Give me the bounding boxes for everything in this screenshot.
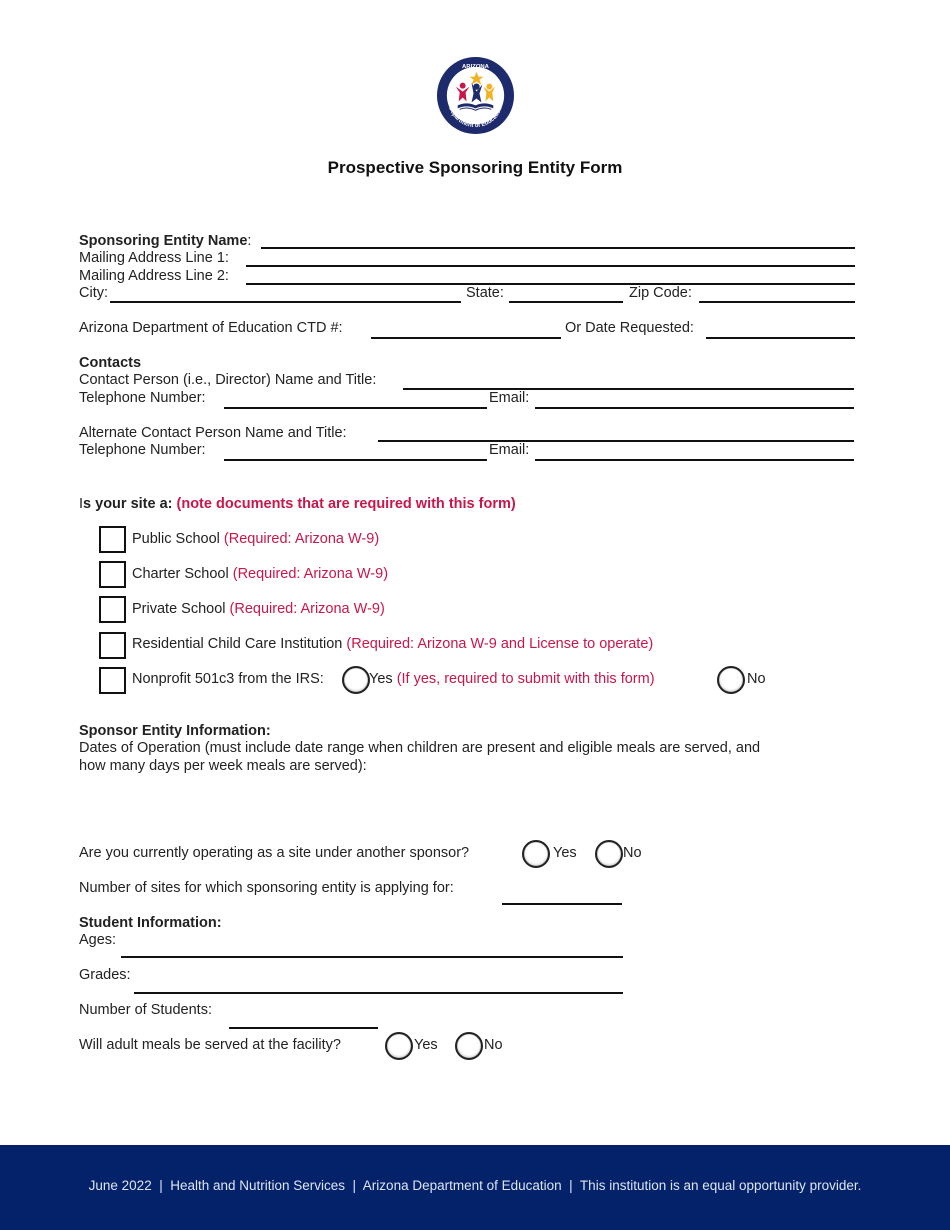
alt-email-label: Email: [489, 442, 530, 458]
city-field[interactable] [110, 301, 461, 303]
address1-field[interactable] [246, 265, 855, 267]
student-info-heading: Student Information: [79, 915, 222, 931]
residential-child-care-option: Residential Child Care Institution (Requ… [132, 636, 653, 652]
num-students-label: Number of Students: [79, 1002, 212, 1018]
nonprofit-no-label: No [747, 671, 766, 687]
entity-name-label-group: Sponsoring Entity Name: [79, 233, 251, 249]
private-school-option: Private School (Required: Arizona W-9) [132, 601, 385, 617]
residential-child-care-checkbox[interactable] [99, 632, 126, 659]
adult-meals-yes-radio[interactable] [385, 1032, 413, 1060]
grades-label: Grades: [79, 967, 131, 983]
phone-field[interactable] [224, 407, 487, 409]
dates-of-operation-field[interactable] [79, 778, 855, 828]
option-note: (Required: Arizona W-9) [232, 566, 389, 582]
num-sites-label: Number of sites for which sponsoring ent… [79, 880, 454, 896]
nonprofit-checkbox[interactable] [99, 667, 126, 694]
city-label: City: [79, 285, 108, 301]
private-school-checkbox[interactable] [99, 596, 126, 623]
adult-meals-yes-label: Yes [414, 1037, 438, 1053]
entity-name-field[interactable] [261, 247, 855, 249]
alt-phone-field[interactable] [224, 459, 487, 461]
ctd-field[interactable] [371, 337, 561, 339]
dates-label-line1: Dates of Operation (must include date ra… [79, 740, 761, 756]
another-sponsor-yes-radio[interactable] [522, 840, 550, 868]
option-label: Residential Child Care Institution [132, 636, 343, 652]
option-note: (Required: Arizona W-9) [229, 601, 385, 617]
alt-contact-name-field[interactable] [378, 440, 854, 442]
option-label: Private School [132, 601, 226, 617]
charter-school-checkbox[interactable] [99, 561, 126, 588]
page-title: Prospective Sponsoring Entity Form [327, 158, 623, 177]
option-note: (Required: Arizona W-9) [223, 531, 380, 547]
email-field[interactable] [535, 407, 854, 409]
public-school-checkbox[interactable] [99, 526, 126, 553]
entity-name-label: Sponsoring Entity Name [79, 233, 248, 249]
adult-meals-no-label: No [484, 1037, 503, 1053]
option-note: (Required: Arizona W-9 and License to op… [346, 636, 654, 652]
contact-name-label: Contact Person (i.e., Director) Name and… [79, 372, 377, 388]
public-school-option: Public School (Required: Arizona W-9) [132, 531, 379, 547]
date-requested-field[interactable] [706, 337, 855, 339]
nonprofit-yes-radio[interactable] [342, 666, 370, 694]
nonprofit-label: Nonprofit 501c3 from the IRS: [132, 671, 324, 687]
another-sponsor-yes-label: Yes [553, 845, 577, 861]
site-type-question: Is your site a: (note documents that are… [79, 496, 516, 512]
nonprofit-yes-note: (If yes, required to submit with this fo… [396, 671, 655, 687]
address2-label: Mailing Address Line 2: [79, 268, 229, 284]
state-field[interactable] [509, 301, 623, 303]
state-label: State: [466, 285, 504, 301]
zip-label: Zip Code: [629, 285, 692, 301]
another-sponsor-question: Are you currently operating as a site un… [79, 845, 470, 861]
nonprofit-no-radio[interactable] [717, 666, 745, 694]
alt-contact-name-label: Alternate Contact Person Name and Title: [79, 425, 347, 441]
option-label: Public School [132, 531, 220, 547]
contacts-heading: Contacts [79, 355, 142, 371]
contact-name-field[interactable] [403, 388, 854, 390]
num-sites-field[interactable] [502, 903, 622, 905]
adult-meals-no-radio[interactable] [455, 1032, 483, 1060]
date-requested-label: Or Date Requested: [565, 320, 694, 336]
ctd-label: Arizona Department of Education CTD #: [79, 320, 343, 336]
footer-text: June 2022 | Health and Nutrition Service… [88, 1178, 862, 1193]
address2-field[interactable] [246, 283, 855, 285]
email-label: Email: [489, 390, 530, 406]
alt-email-field[interactable] [535, 459, 854, 461]
nonprofit-yes-label: Yes [369, 671, 393, 687]
option-label: Charter School [132, 566, 229, 582]
dates-label-line2: how many days per week meals are served)… [79, 758, 367, 774]
logo-seal-icon: ARIZONA Department of Education [436, 56, 515, 135]
another-sponsor-no-radio[interactable] [595, 840, 623, 868]
ages-label: Ages: [79, 932, 117, 948]
charter-school-option: Charter School (Required: Arizona W-9) [132, 566, 388, 582]
num-students-field[interactable] [229, 1027, 378, 1029]
address1-label: Mailing Address Line 1: [79, 250, 229, 266]
alt-phone-label: Telephone Number: [79, 442, 206, 458]
another-sponsor-no-label: No [623, 845, 642, 861]
entity-name-colon: : [247, 233, 252, 249]
phone-label: Telephone Number: [79, 390, 206, 406]
site-type-question-note: (note documents that are required with t… [176, 496, 516, 512]
zip-field[interactable] [699, 301, 855, 303]
grades-field[interactable] [134, 992, 623, 994]
site-type-question-bold: s your site a: [83, 496, 173, 512]
adult-meals-question: Will adult meals be served at the facili… [79, 1037, 341, 1053]
sponsor-info-heading: Sponsor Entity Information: [79, 723, 271, 739]
logo-top-text: ARIZONA [462, 64, 490, 70]
ages-field[interactable] [121, 956, 623, 958]
arizona-department-of-education-logo: ARIZONA Department of Education [436, 56, 515, 135]
nonprofit-yes-option: Yes (If yes, required to submit with thi… [369, 671, 655, 687]
